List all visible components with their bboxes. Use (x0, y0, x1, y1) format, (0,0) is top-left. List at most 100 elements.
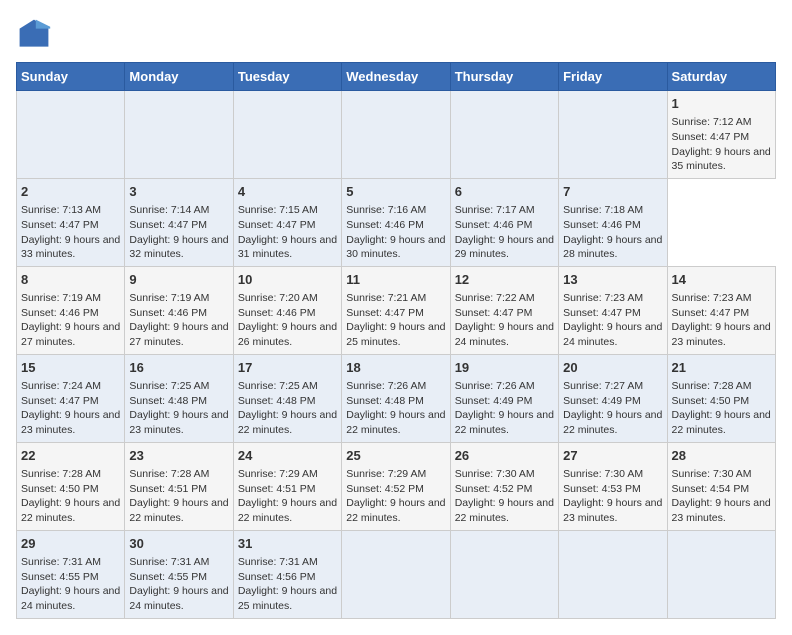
sunset-text: Sunset: 4:46 PM (129, 307, 207, 319)
calendar-cell: 28 Sunrise: 7:30 AM Sunset: 4:54 PM Dayligh… (667, 442, 775, 530)
calendar-week-row: 22Sunrise: 7:28 AMSunset: 4:50 PMDayligh… (17, 442, 776, 530)
calendar-cell: 21Sunrise: 7:28 AMSunset: 4:50 PMDayligh… (667, 354, 775, 442)
sunrise-text: Sunrise: 7:23 AM (563, 292, 643, 304)
daylight-text: Daylight: 9 hours and 30 minutes. (346, 234, 445, 261)
day-number: 19 (455, 359, 554, 377)
sunset-text: Sunset: 4:56 PM (238, 571, 316, 583)
sunset-text: Sunset: 4:47 PM (346, 307, 424, 319)
calendar-cell: 24Sunrise: 7:29 AMSunset: 4:51 PMDayligh… (233, 442, 341, 530)
sunrise-text: Sunrise: 7:28 AM (672, 380, 752, 392)
day-number: 16 (129, 359, 228, 377)
calendar-week-row: 1Sunrise: 7:12 AMSunset: 4:47 PMDaylight… (17, 91, 776, 179)
sunset-text: Sunset: 4:47 PM (455, 307, 533, 319)
daylight-text: Daylight: 9 hours and 23 minutes. (129, 409, 228, 436)
calendar-cell: 3Sunrise: 7:14 AMSunset: 4:47 PMDaylight… (125, 178, 233, 266)
sunset-text: Sunset: 4:48 PM (346, 395, 424, 407)
day-number: 18 (346, 359, 445, 377)
calendar-cell: 25Sunrise: 7:29 AMSunset: 4:52 PMDayligh… (342, 442, 450, 530)
sunset-text: Sunset: 4:46 PM (238, 307, 316, 319)
calendar-cell: 2Sunrise: 7:13 AMSunset: 4:47 PMDaylight… (17, 178, 125, 266)
day-number: 22 (21, 447, 120, 465)
calendar-cell (450, 91, 558, 179)
calendar-cell (125, 91, 233, 179)
sunset-text: Sunset: 4:54 PM (672, 483, 750, 495)
sunrise-text: Sunrise: 7:26 AM (455, 380, 535, 392)
sunrise-text: Sunrise: 7:29 AM (238, 468, 318, 480)
daylight-text: Daylight: 9 hours and 22 minutes. (346, 409, 445, 436)
daylight-text: Daylight: 9 hours and 33 minutes. (21, 234, 120, 261)
sunset-text: Sunset: 4:50 PM (672, 395, 750, 407)
calendar-cell: 1Sunrise: 7:12 AMSunset: 4:47 PMDaylight… (667, 91, 775, 179)
calendar-cell (17, 91, 125, 179)
day-number: 21 (672, 359, 771, 377)
calendar-week-row: 8Sunrise: 7:19 AMSunset: 4:46 PMDaylight… (17, 266, 776, 354)
calendar-cell: 10Sunrise: 7:20 AMSunset: 4:46 PMDayligh… (233, 266, 341, 354)
calendar-cell (667, 530, 775, 618)
daylight-text: Daylight: 9 hours and 24 minutes. (455, 321, 554, 348)
daylight-text: Daylight: 9 hours and 24 minutes. (21, 585, 120, 612)
sunrise-text: Sunrise: 7:31 AM (238, 556, 318, 568)
sunset-text: Sunset: 4:46 PM (455, 219, 533, 231)
day-number: 31 (238, 535, 337, 553)
daylight-text: Daylight: 9 hours and 22 minutes. (455, 497, 554, 524)
daylight-text: Daylight: 9 hours and 22 minutes. (129, 497, 228, 524)
sunset-text: Sunset: 4:46 PM (346, 219, 424, 231)
sunrise-text: Sunrise: 7:29 AM (346, 468, 426, 480)
calendar-day-header: Saturday (667, 63, 775, 91)
calendar-day-header: Monday (125, 63, 233, 91)
calendar-cell: 9Sunrise: 7:19 AMSunset: 4:46 PMDaylight… (125, 266, 233, 354)
sunrise-text: Sunrise: 7:27 AM (563, 380, 643, 392)
calendar-cell: 7Sunrise: 7:18 AMSunset: 4:46 PMDaylight… (559, 178, 667, 266)
sunrise-text: Sunrise: 7:18 AM (563, 204, 643, 216)
calendar-cell: 12Sunrise: 7:22 AMSunset: 4:47 PMDayligh… (450, 266, 558, 354)
daylight-text: Daylight: 9 hours and 29 minutes. (455, 234, 554, 261)
calendar-cell: 17Sunrise: 7:25 AMSunset: 4:48 PMDayligh… (233, 354, 341, 442)
day-number: 15 (21, 359, 120, 377)
sunrise-text: Sunrise: 7:30 AM (455, 468, 535, 480)
calendar-cell: 31Sunrise: 7:31 AMSunset: 4:56 PMDayligh… (233, 530, 341, 618)
daylight-text: Daylight: 9 hours and 22 minutes. (455, 409, 554, 436)
daylight-text: Daylight: 9 hours and 23 minutes. (672, 497, 771, 524)
day-number: 11 (346, 271, 445, 289)
sunrise-text: Sunrise: 7:12 AM (672, 116, 752, 128)
day-number: 3 (129, 183, 228, 201)
daylight-text: Daylight: 9 hours and 25 minutes. (346, 321, 445, 348)
calendar-cell (450, 530, 558, 618)
day-number: 12 (455, 271, 554, 289)
calendar-day-header: Friday (559, 63, 667, 91)
daylight-text: Daylight: 9 hours and 35 minutes. (672, 146, 771, 173)
sunrise-text: Sunrise: 7:25 AM (238, 380, 318, 392)
sunrise-text: Sunrise: 7:13 AM (21, 204, 101, 216)
calendar-cell: 11Sunrise: 7:21 AMSunset: 4:47 PMDayligh… (342, 266, 450, 354)
sunrise-text: Sunrise: 7:30 AM (672, 468, 752, 480)
day-number: 24 (238, 447, 337, 465)
day-number: 28 (672, 447, 771, 465)
calendar-cell: 19Sunrise: 7:26 AMSunset: 4:49 PMDayligh… (450, 354, 558, 442)
day-number: 20 (563, 359, 662, 377)
calendar-cell: 5Sunrise: 7:16 AMSunset: 4:46 PMDaylight… (342, 178, 450, 266)
daylight-text: Daylight: 9 hours and 27 minutes. (21, 321, 120, 348)
sunrise-text: Sunrise: 7:19 AM (129, 292, 209, 304)
sunrise-text: Sunrise: 7:26 AM (346, 380, 426, 392)
calendar-cell: 15Sunrise: 7:24 AMSunset: 4:47 PMDayligh… (17, 354, 125, 442)
sunset-text: Sunset: 4:50 PM (21, 483, 99, 495)
sunrise-text: Sunrise: 7:30 AM (563, 468, 643, 480)
calendar-cell: 27Sunrise: 7:30 AMSunset: 4:53 PMDayligh… (559, 442, 667, 530)
day-number: 29 (21, 535, 120, 553)
sunrise-text: Sunrise: 7:31 AM (21, 556, 101, 568)
daylight-text: Daylight: 9 hours and 32 minutes. (129, 234, 228, 261)
sunset-text: Sunset: 4:51 PM (129, 483, 207, 495)
calendar-cell: 26 Sunrise: 7:30 AM Sunset: 4:52 PM Dayligh… (450, 442, 558, 530)
sunset-text: Sunset: 4:47 PM (21, 219, 99, 231)
day-number: 26 (455, 447, 554, 465)
sunset-text: Sunset: 4:47 PM (672, 131, 750, 143)
sunset-text: Sunset: 4:52 PM (346, 483, 424, 495)
sunset-text: Sunset: 4:52 PM (455, 483, 533, 495)
calendar-week-row: 29Sunrise: 7:31 AMSunset: 4:55 PMDayligh… (17, 530, 776, 618)
calendar-cell (559, 530, 667, 618)
daylight-text: Daylight: 9 hours and 31 minutes. (238, 234, 337, 261)
sunrise-text: Sunrise: 7:15 AM (238, 204, 318, 216)
daylight-text: Daylight: 9 hours and 28 minutes. (563, 234, 662, 261)
calendar-cell: 23Sunrise: 7:28 AMSunset: 4:51 PMDayligh… (125, 442, 233, 530)
sunrise-text: Sunrise: 7:23 AM (672, 292, 752, 304)
